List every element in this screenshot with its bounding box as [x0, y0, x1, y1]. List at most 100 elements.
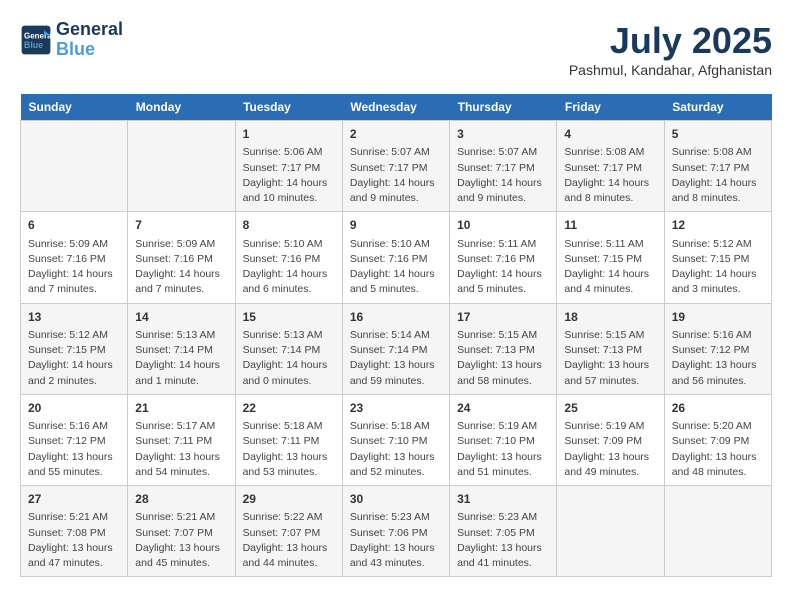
day-number: 13	[28, 309, 120, 326]
subtitle: Pashmul, Kandahar, Afghanistan	[569, 62, 772, 78]
day-number: 31	[457, 491, 549, 508]
day-info: Sunrise: 5:09 AMSunset: 7:16 PMDaylight:…	[28, 237, 120, 298]
logo-text: GeneralBlue	[56, 20, 123, 60]
day-number: 8	[243, 217, 335, 234]
day-number: 20	[28, 400, 120, 417]
day-info: Sunrise: 5:11 AMSunset: 7:16 PMDaylight:…	[457, 237, 549, 298]
day-info: Sunrise: 5:08 AMSunset: 7:17 PMDaylight:…	[672, 145, 764, 206]
day-info: Sunrise: 5:12 AMSunset: 7:15 PMDaylight:…	[28, 328, 120, 389]
day-of-week-header: Sunday	[21, 94, 128, 121]
day-of-week-header: Saturday	[664, 94, 771, 121]
calendar-week-row: 6Sunrise: 5:09 AMSunset: 7:16 PMDaylight…	[21, 212, 772, 303]
day-number: 19	[672, 309, 764, 326]
day-info: Sunrise: 5:17 AMSunset: 7:11 PMDaylight:…	[135, 419, 227, 480]
day-info: Sunrise: 5:11 AMSunset: 7:15 PMDaylight:…	[564, 237, 656, 298]
title-block: July 2025 Pashmul, Kandahar, Afghanistan	[569, 20, 772, 78]
day-info: Sunrise: 5:13 AMSunset: 7:14 PMDaylight:…	[135, 328, 227, 389]
calendar-cell: 7Sunrise: 5:09 AMSunset: 7:16 PMDaylight…	[128, 212, 235, 303]
calendar-cell: 9Sunrise: 5:10 AMSunset: 7:16 PMDaylight…	[342, 212, 449, 303]
day-info: Sunrise: 5:23 AMSunset: 7:05 PMDaylight:…	[457, 510, 549, 571]
calendar-cell: 13 Sunrise: 5:12 AMSunset: 7:15 PMDayligh…	[21, 303, 128, 394]
day-number: 2	[350, 126, 442, 143]
calendar-cell: 2 Sunrise: 5:07 AMSunset: 7:17 PMDaylight…	[342, 121, 449, 212]
logo: General Blue GeneralBlue	[20, 20, 123, 60]
day-info: Sunrise: 5:07 AMSunset: 7:17 PMDaylight:…	[350, 145, 442, 206]
day-number: 15	[243, 309, 335, 326]
calendar-cell: 29Sunrise: 5:22 AMSunset: 7:07 PMDayligh…	[235, 486, 342, 577]
day-info: Sunrise: 5:15 AMSunset: 7:13 PMDaylight:…	[457, 328, 549, 389]
day-info: Sunrise: 5:07 AMSunset: 7:17 PMDaylight:…	[457, 145, 549, 206]
day-info: Sunrise: 5:20 AMSunset: 7:09 PMDaylight:…	[672, 419, 764, 480]
day-number: 22	[243, 400, 335, 417]
day-number: 7	[135, 217, 227, 234]
day-number: 25	[564, 400, 656, 417]
day-number: 28	[135, 491, 227, 508]
calendar-cell: 27 Sunrise: 5:21 AMSunset: 7:08 PMDayligh…	[21, 486, 128, 577]
calendar-cell	[664, 486, 771, 577]
calendar-cell: 24 Sunrise: 5:19 AMSunset: 7:10 PMDayligh…	[450, 394, 557, 485]
day-number: 18	[564, 309, 656, 326]
calendar-cell: 16 Sunrise: 5:14 AMSunset: 7:14 PMDayligh…	[342, 303, 449, 394]
calendar-cell: 28 Sunrise: 5:21 AMSunset: 7:07 PMDayligh…	[128, 486, 235, 577]
calendar-cell: 5 Sunrise: 5:08 AMSunset: 7:17 PMDaylight…	[664, 121, 771, 212]
day-number: 23	[350, 400, 442, 417]
day-number: 12	[672, 217, 764, 234]
calendar-cell: 22 Sunrise: 5:18 AMSunset: 7:11 PMDayligh…	[235, 394, 342, 485]
day-info: Sunrise: 5:10 AMSunset: 7:16 PMDaylight:…	[243, 237, 335, 298]
calendar-cell: 17 Sunrise: 5:15 AMSunset: 7:13 PMDayligh…	[450, 303, 557, 394]
day-info: Sunrise: 5:21 AMSunset: 7:07 PMDaylight:…	[135, 510, 227, 571]
day-of-week-header: Wednesday	[342, 94, 449, 121]
main-title: July 2025	[569, 20, 772, 62]
calendar-cell: 18 Sunrise: 5:15 AMSunset: 7:13 PMDayligh…	[557, 303, 664, 394]
calendar-cell: 15 Sunrise: 5:13 AMSunset: 7:14 PMDayligh…	[235, 303, 342, 394]
day-info: Sunrise: 5:13 AMSunset: 7:14 PMDaylight:…	[243, 328, 335, 389]
day-info: Sunrise: 5:22 AMSunset: 7:07 PMDaylight:…	[243, 510, 335, 571]
day-number: 24	[457, 400, 549, 417]
calendar-cell: 4 Sunrise: 5:08 AMSunset: 7:17 PMDaylight…	[557, 121, 664, 212]
day-of-week-header: Tuesday	[235, 94, 342, 121]
day-number: 4	[564, 126, 656, 143]
day-info: Sunrise: 5:21 AMSunset: 7:08 PMDaylight:…	[28, 510, 120, 571]
day-info: Sunrise: 5:15 AMSunset: 7:13 PMDaylight:…	[564, 328, 656, 389]
days-header-row: SundayMondayTuesdayWednesdayThursdayFrid…	[21, 94, 772, 121]
day-number: 26	[672, 400, 764, 417]
day-number: 16	[350, 309, 442, 326]
calendar-cell: 21 Sunrise: 5:17 AMSunset: 7:11 PMDayligh…	[128, 394, 235, 485]
calendar-cell: 20Sunrise: 5:16 AMSunset: 7:12 PMDayligh…	[21, 394, 128, 485]
day-info: Sunrise: 5:12 AMSunset: 7:15 PMDaylight:…	[672, 237, 764, 298]
calendar-cell: 6Sunrise: 5:09 AMSunset: 7:16 PMDaylight…	[21, 212, 128, 303]
calendar-cell: 26 Sunrise: 5:20 AMSunset: 7:09 PMDayligh…	[664, 394, 771, 485]
calendar-week-row: 1Sunrise: 5:06 AMSunset: 7:17 PMDaylight…	[21, 121, 772, 212]
day-info: Sunrise: 5:08 AMSunset: 7:17 PMDaylight:…	[564, 145, 656, 206]
day-info: Sunrise: 5:16 AMSunset: 7:12 PMDaylight:…	[672, 328, 764, 389]
day-number: 27	[28, 491, 120, 508]
day-info: Sunrise: 5:10 AMSunset: 7:16 PMDaylight:…	[350, 237, 442, 298]
day-info: Sunrise: 5:19 AMSunset: 7:09 PMDaylight:…	[564, 419, 656, 480]
day-of-week-header: Friday	[557, 94, 664, 121]
day-number: 5	[672, 126, 764, 143]
day-number: 17	[457, 309, 549, 326]
calendar-week-row: 13 Sunrise: 5:12 AMSunset: 7:15 PMDayligh…	[21, 303, 772, 394]
calendar-cell: 23Sunrise: 5:18 AMSunset: 7:10 PMDayligh…	[342, 394, 449, 485]
day-info: Sunrise: 5:19 AMSunset: 7:10 PMDaylight:…	[457, 419, 549, 480]
day-number: 14	[135, 309, 227, 326]
calendar-cell	[128, 121, 235, 212]
day-number: 30	[350, 491, 442, 508]
day-number: 21	[135, 400, 227, 417]
calendar-cell	[21, 121, 128, 212]
logo-icon: General Blue	[20, 24, 52, 56]
calendar-cell: 8 Sunrise: 5:10 AMSunset: 7:16 PMDaylight…	[235, 212, 342, 303]
calendar-cell: 31 Sunrise: 5:23 AMSunset: 7:05 PMDayligh…	[450, 486, 557, 577]
svg-text:Blue: Blue	[24, 40, 43, 50]
day-info: Sunrise: 5:14 AMSunset: 7:14 PMDaylight:…	[350, 328, 442, 389]
calendar-week-row: 27 Sunrise: 5:21 AMSunset: 7:08 PMDayligh…	[21, 486, 772, 577]
day-info: Sunrise: 5:23 AMSunset: 7:06 PMDaylight:…	[350, 510, 442, 571]
calendar-cell	[557, 486, 664, 577]
calendar-table: SundayMondayTuesdayWednesdayThursdayFrid…	[20, 94, 772, 577]
calendar-cell: 19 Sunrise: 5:16 AMSunset: 7:12 PMDayligh…	[664, 303, 771, 394]
calendar-week-row: 20Sunrise: 5:16 AMSunset: 7:12 PMDayligh…	[21, 394, 772, 485]
day-info: Sunrise: 5:18 AMSunset: 7:11 PMDaylight:…	[243, 419, 335, 480]
day-of-week-header: Monday	[128, 94, 235, 121]
calendar-cell: 14 Sunrise: 5:13 AMSunset: 7:14 PMDayligh…	[128, 303, 235, 394]
calendar-cell: 30 Sunrise: 5:23 AMSunset: 7:06 PMDayligh…	[342, 486, 449, 577]
